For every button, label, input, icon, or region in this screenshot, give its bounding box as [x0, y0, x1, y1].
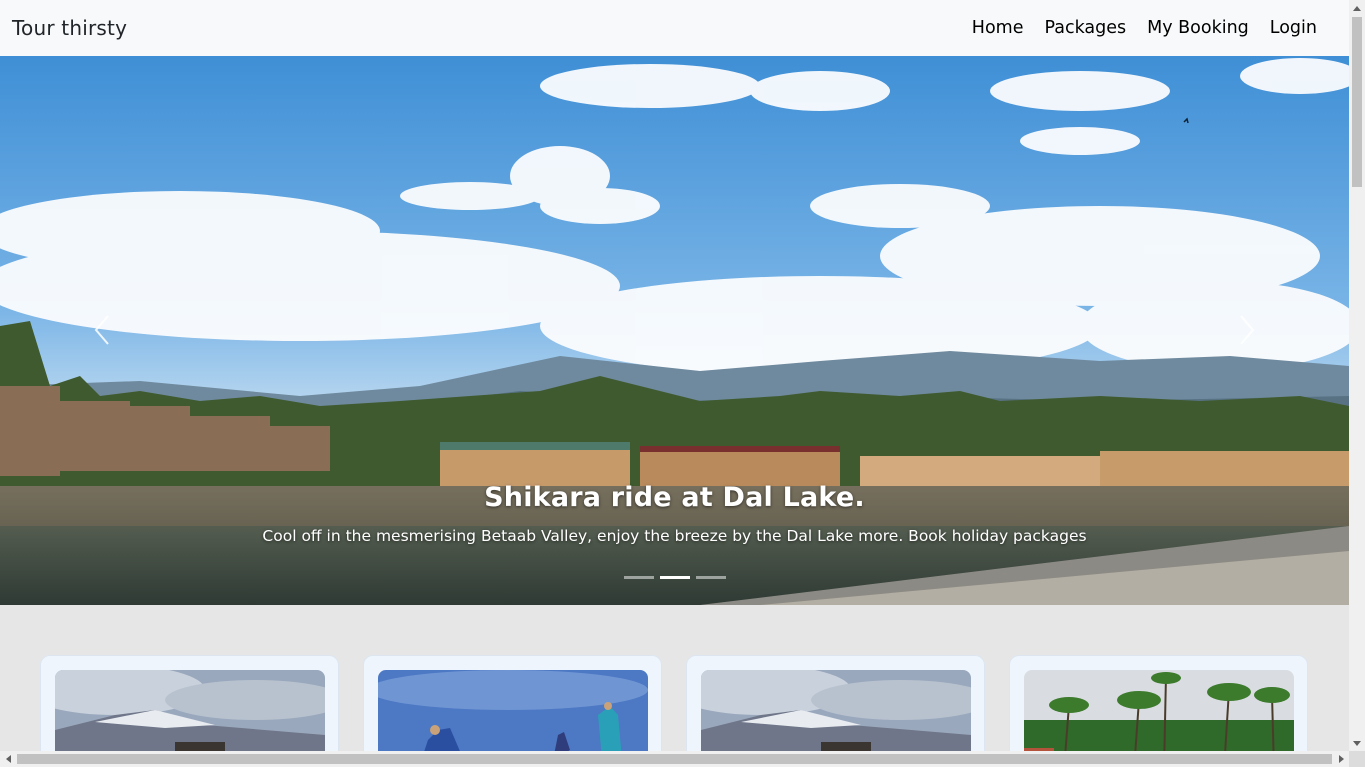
caption-title: Shikara ride at Dal Lake.: [484, 482, 865, 513]
chevron-right-icon: [1240, 315, 1255, 345]
carousel-indicator-3[interactable]: [695, 576, 726, 579]
nav-links: Home Packages My Booking Login: [972, 18, 1317, 38]
carousel-prev-button[interactable]: [82, 308, 122, 352]
caption-text: Cool off in the mesmerising Betaab Valle…: [262, 527, 1087, 545]
scroll-up-arrow-icon[interactable]: [1349, 0, 1365, 16]
horizontal-scrollbar[interactable]: [0, 751, 1349, 767]
carousel-indicators: [0, 576, 1349, 579]
hero-carousel: Shikara ride at Dal Lake. Cool off in th…: [0, 56, 1349, 605]
navbar: Tour thirsty Home Packages My Booking Lo…: [0, 0, 1349, 56]
nav-home[interactable]: Home: [972, 18, 1024, 38]
carousel-caption: Shikara ride at Dal Lake. Cool off in th…: [0, 482, 1349, 545]
horizontal-scroll-thumb[interactable]: [17, 754, 1332, 764]
scroll-right-arrow-icon[interactable]: [1333, 751, 1349, 767]
vertical-scrollbar[interactable]: [1349, 0, 1365, 751]
scroll-left-arrow-icon[interactable]: [0, 751, 16, 767]
scroll-down-arrow-icon[interactable]: [1349, 735, 1365, 751]
scrollbar-corner: [1349, 751, 1365, 767]
carousel-indicator-1[interactable]: [623, 576, 654, 579]
chevron-left-icon: [94, 315, 109, 345]
vertical-scroll-thumb[interactable]: [1352, 17, 1362, 187]
nav-my-booking[interactable]: My Booking: [1147, 18, 1249, 38]
carousel-indicator-2[interactable]: [659, 576, 690, 579]
nav-packages[interactable]: Packages: [1044, 18, 1126, 38]
carousel-next-button[interactable]: [1227, 308, 1267, 352]
brand-logo[interactable]: Tour thirsty: [12, 16, 127, 40]
nav-login[interactable]: Login: [1270, 18, 1317, 38]
